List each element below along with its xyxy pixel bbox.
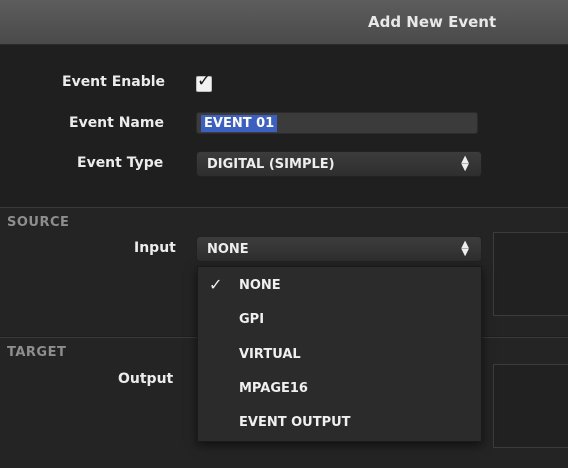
event-name-label: Event Name <box>69 115 164 131</box>
event-type-label: Event Type <box>77 155 164 171</box>
add-new-event-dialog: Add New Event Event Enable ✓ Event Name … <box>0 0 568 468</box>
input-label: Input <box>134 240 176 256</box>
dialog-title-bar: Add New Event <box>0 0 568 45</box>
event-enable-label: Event Enable <box>62 74 166 90</box>
event-type-value: DIGITAL (SIMPLE) <box>207 157 335 172</box>
source-section-label: SOURCE <box>7 215 70 230</box>
output-label: Output <box>118 371 174 387</box>
checkmark-icon: ✓ <box>209 275 223 294</box>
dropdown-option-mpage16[interactable]: MPAGE16 <box>198 374 481 402</box>
target-side-panel <box>493 364 568 448</box>
target-section-label: TARGET <box>7 345 67 360</box>
dropdown-option-label: VIRTUAL <box>239 347 301 362</box>
input-value: NONE <box>207 242 249 257</box>
dropdown-option-virtual[interactable]: VIRTUAL <box>198 340 481 368</box>
select-arrows-icon: ▲ ▼ <box>461 239 469 258</box>
select-arrows-icon: ▲ ▼ <box>461 154 469 173</box>
input-select[interactable]: NONE ▲ ▼ <box>196 236 482 262</box>
event-type-select[interactable]: DIGITAL (SIMPLE) ▲ ▼ <box>196 151 482 177</box>
event-enable-checkbox[interactable]: ✓ <box>196 71 212 92</box>
dropdown-option-event-output[interactable]: EVENT OUTPUT <box>198 408 481 436</box>
dialog-title: Add New Event <box>368 13 497 31</box>
dropdown-option-label: EVENT OUTPUT <box>239 415 351 430</box>
input-dropdown-menu: ✓ NONE GPI VIRTUAL MPAGE16 EVENT OUTPUT <box>197 266 482 442</box>
dropdown-option-none[interactable]: ✓ NONE <box>198 271 481 299</box>
dropdown-option-label: NONE <box>239 278 281 293</box>
dropdown-option-label: GPI <box>239 312 265 327</box>
dropdown-option-label: MPAGE16 <box>239 381 308 396</box>
event-name-input[interactable]: EVENT 01 <box>196 112 478 134</box>
event-name-value: EVENT 01 <box>201 115 278 132</box>
check-icon: ✓ <box>197 71 212 91</box>
dropdown-option-gpi[interactable]: GPI <box>198 305 481 333</box>
source-side-panel <box>493 232 568 316</box>
